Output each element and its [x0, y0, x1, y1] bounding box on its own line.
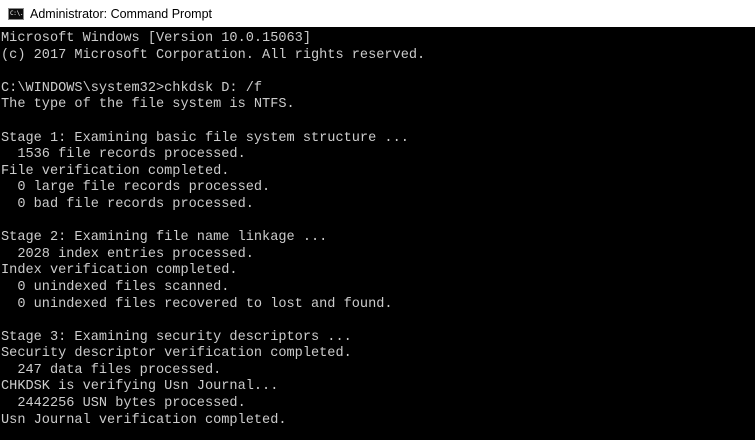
console-line: Microsoft Windows [Version 10.0.15063] — [1, 31, 311, 46]
console-line: 0 unindexed files recovered to lost and … — [1, 296, 393, 312]
title-bar[interactable]: C:\. Administrator: Command Prompt — [0, 0, 755, 27]
console-line: Security descriptor verification complet… — [1, 346, 352, 362]
console-line: 2442256 USN bytes processed. — [1, 396, 246, 412]
console-line: Stage 1: Examining basic file system str… — [1, 130, 409, 146]
console-line: 2028 index entries processed. — [1, 246, 254, 262]
console-line: Index verification completed. — [1, 263, 238, 279]
console-line: Stage 3: Examining security descriptors … — [1, 329, 352, 345]
console-line: Stage 2: Examining file name linkage ... — [1, 230, 328, 246]
console-line: 247 data files processed. — [1, 362, 222, 378]
console-line: CHKDSK is verifying Usn Journal... — [1, 379, 279, 395]
console-line: 0 large file records processed. — [1, 180, 271, 196]
command-prompt-icon: C:\. — [8, 7, 24, 20]
console-line: File verification completed. — [1, 163, 230, 179]
console-line: 0 unindexed files scanned. — [1, 279, 230, 295]
console-line: 1536 file records processed. — [1, 147, 246, 163]
console-line: (c) 2017 Microsoft Corporation. All righ… — [1, 47, 426, 63]
console-line: The type of the file system is NTFS. — [1, 97, 295, 113]
command-prompt-window: C:\. Administrator: Command Prompt Micro… — [0, 0, 755, 440]
window-title: Administrator: Command Prompt — [30, 6, 213, 21]
console-line: 0 bad file records processed. — [1, 196, 254, 212]
console-output[interactable]: Microsoft Windows [Version 10.0.15063] (… — [0, 27, 755, 440]
command-prompt-icon-glyph: C:\. — [10, 9, 24, 17]
console-line: Usn Journal verification completed. — [1, 412, 287, 428]
console-line: C:\WINDOWS\system32>chkdsk D: /f — [1, 80, 263, 96]
